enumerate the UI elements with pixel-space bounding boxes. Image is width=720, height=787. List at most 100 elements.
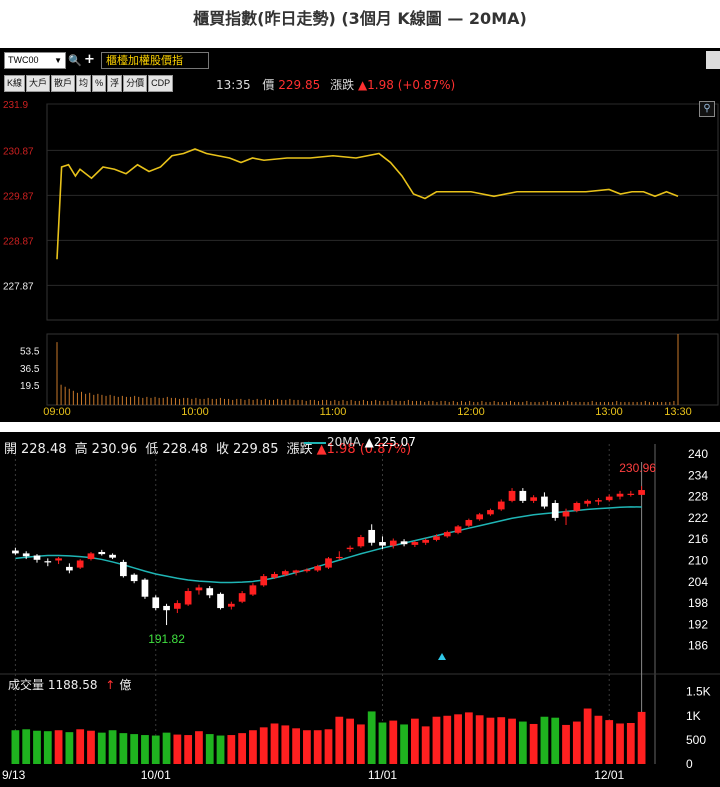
volume-bar bbox=[54, 730, 63, 764]
price-tick-label: 186 bbox=[688, 639, 708, 653]
candle-down bbox=[368, 529, 376, 543]
candle-up bbox=[389, 540, 397, 546]
candle-down bbox=[541, 496, 548, 507]
volume-tick-label: 500 bbox=[686, 733, 706, 747]
price-tick-label: 228 bbox=[688, 490, 708, 504]
volume-bar bbox=[141, 735, 149, 764]
time-tick-label: 13:30 bbox=[664, 406, 692, 418]
volume-bar bbox=[335, 716, 344, 764]
date-tick-label: 10/01 bbox=[141, 768, 171, 782]
volume-tick-label: 1.5K bbox=[686, 685, 711, 699]
candle-down bbox=[152, 597, 160, 609]
candle-up bbox=[195, 587, 203, 591]
price-tick-label: 210 bbox=[688, 554, 708, 568]
ma-legend: 20MA ▲225.07 bbox=[304, 435, 416, 449]
low-label: 低 bbox=[145, 442, 159, 457]
candle-up bbox=[87, 553, 95, 560]
volume-bar bbox=[119, 733, 128, 764]
intraday-chart: 231.9 230.87 229.87 228.87 227.87 53.5 36.5 19.… bbox=[3, 100, 719, 418]
candle-up bbox=[465, 520, 473, 526]
volume-bar bbox=[33, 730, 41, 764]
ma20-line bbox=[15, 506, 642, 584]
volume-bar bbox=[454, 714, 462, 764]
candle-up bbox=[411, 542, 419, 545]
candle-up bbox=[616, 493, 624, 497]
low-value: 228.48 bbox=[162, 442, 208, 457]
volume-bar bbox=[173, 734, 182, 764]
candle-up bbox=[292, 570, 300, 573]
marker-triangle-icon bbox=[438, 653, 446, 660]
candle-up bbox=[271, 573, 278, 578]
candle-up bbox=[174, 603, 181, 609]
volume-bar bbox=[432, 716, 441, 764]
candle-up bbox=[422, 539, 430, 543]
volume-bar bbox=[508, 718, 516, 764]
candle-up bbox=[303, 569, 311, 572]
volume-tick-label: 0 bbox=[686, 757, 693, 771]
time-tick-label: 11:00 bbox=[320, 406, 347, 418]
volume-bar bbox=[205, 734, 214, 764]
kline-chart: 240 234 228 222 216 210 204 198 192 186 1.5K 1K 500 0… bbox=[0, 444, 720, 782]
time-tick-label: 10:00 bbox=[181, 406, 209, 418]
candle-down bbox=[120, 561, 127, 577]
volume-bar bbox=[594, 715, 603, 764]
page-title: 櫃買指數(昨日走勢) (3個月 K線圖 — 20MA) bbox=[193, 9, 527, 28]
date-tick-label: 9/13 bbox=[2, 768, 26, 782]
volume-bar bbox=[184, 735, 193, 764]
volume-tick-label: 36.5 bbox=[20, 364, 40, 375]
volume-bar bbox=[270, 723, 279, 764]
volume-bar bbox=[518, 721, 527, 764]
candle-down bbox=[44, 561, 52, 563]
volume-bar bbox=[616, 723, 624, 764]
volume-bar bbox=[11, 730, 20, 764]
volume-tick-label: 19.5 bbox=[20, 381, 40, 392]
volume-bar bbox=[572, 721, 581, 764]
volume-bar bbox=[389, 720, 398, 764]
high-label: 高 bbox=[74, 442, 88, 457]
volume-value: 1188.58 bbox=[47, 678, 98, 692]
volume-bar bbox=[357, 724, 365, 764]
volume-bar bbox=[540, 716, 549, 764]
candle-down bbox=[519, 490, 527, 501]
time-tick-label: 13:00 bbox=[595, 406, 623, 418]
volume-bar bbox=[562, 724, 570, 764]
volume-bar bbox=[443, 715, 452, 764]
volume-bar bbox=[346, 718, 354, 764]
volume-bar bbox=[313, 730, 322, 764]
candle-up bbox=[325, 558, 332, 568]
price-tick-label: 222 bbox=[688, 511, 708, 525]
price-tick-label: 229.87 bbox=[3, 191, 34, 202]
candle-up bbox=[346, 547, 354, 550]
volume-bar bbox=[216, 735, 225, 764]
candle-down bbox=[379, 542, 386, 546]
price-tick-label: 230.87 bbox=[3, 146, 34, 157]
candle-up bbox=[508, 490, 516, 501]
volume-bar bbox=[367, 711, 376, 764]
volume-bar bbox=[303, 730, 311, 764]
volume-bar bbox=[626, 723, 635, 764]
candle-down bbox=[551, 502, 559, 518]
candle-down bbox=[400, 541, 408, 545]
price-tick-label: 192 bbox=[688, 617, 708, 631]
price-tick-label: 240 bbox=[688, 447, 708, 461]
price-tick-label: 231.9 bbox=[3, 100, 28, 111]
volume-bar bbox=[281, 725, 290, 764]
candle-up bbox=[443, 532, 451, 537]
candle-down bbox=[141, 579, 149, 597]
candle-down bbox=[206, 588, 214, 596]
volume-bar bbox=[378, 722, 387, 764]
link-icon[interactable]: ⚲ bbox=[699, 101, 715, 117]
price-tick-label: 198 bbox=[688, 596, 708, 610]
volume-bar bbox=[130, 734, 139, 764]
volume-bar bbox=[605, 720, 614, 764]
candle-up bbox=[562, 511, 570, 517]
close-label: 收 bbox=[215, 442, 229, 457]
candle-up bbox=[530, 497, 537, 501]
volume-bar bbox=[151, 735, 160, 764]
candle-up bbox=[627, 493, 635, 495]
candle-up bbox=[433, 536, 440, 540]
volume-label: 成交量 bbox=[8, 678, 45, 692]
close-value: 229.85 bbox=[232, 442, 279, 457]
date-tick-label: 11/01 bbox=[368, 768, 397, 782]
price-tick-label: 216 bbox=[688, 532, 708, 546]
